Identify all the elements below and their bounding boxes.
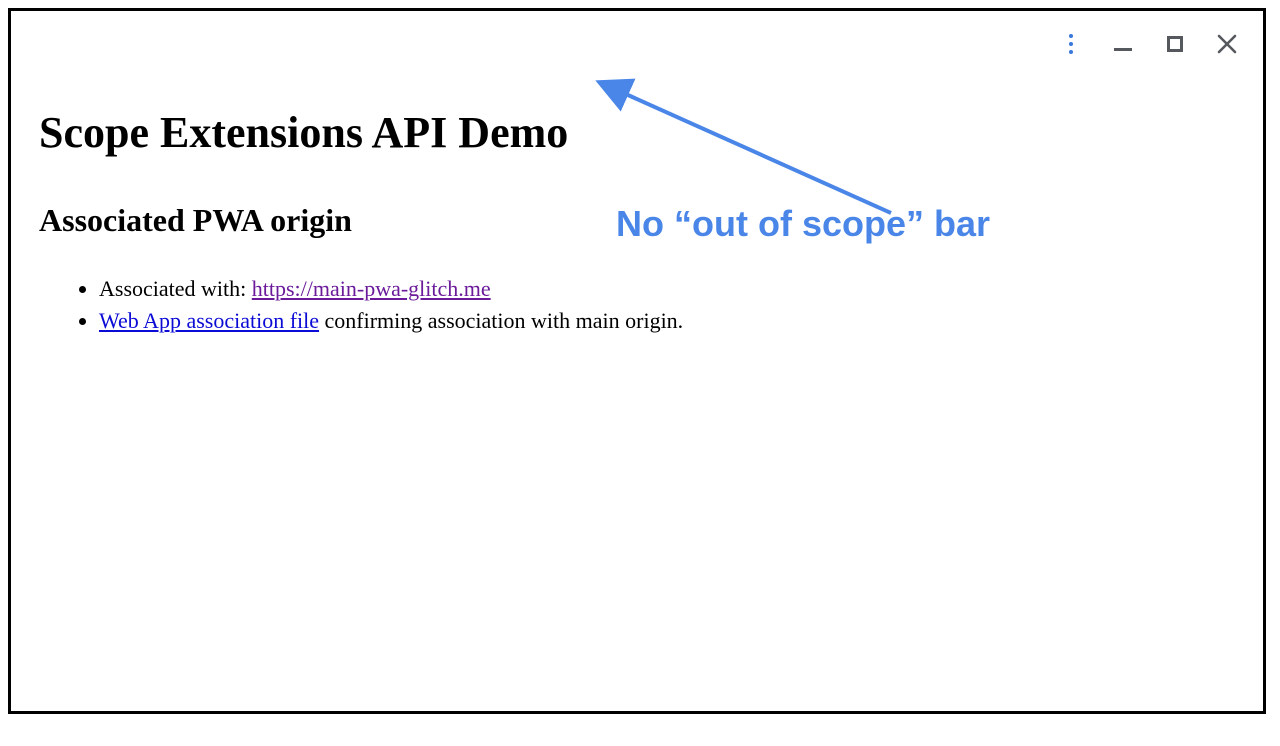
close-icon[interactable] bbox=[1215, 32, 1239, 56]
window-titlebar bbox=[1059, 11, 1263, 67]
list-item-suffix: confirming association with main origin. bbox=[319, 308, 683, 333]
list-item-prefix: Associated with: bbox=[99, 276, 252, 301]
associated-origin-link[interactable]: https://main-pwa-glitch.me bbox=[252, 276, 491, 301]
association-file-link[interactable]: Web App association file bbox=[99, 308, 319, 333]
more-vertical-icon[interactable] bbox=[1059, 32, 1083, 56]
minimize-icon[interactable] bbox=[1111, 32, 1135, 56]
list-item: Web App association file confirming asso… bbox=[99, 305, 1235, 337]
list-item: Associated with: https://main-pwa-glitch… bbox=[99, 273, 1235, 305]
page-title: Scope Extensions API Demo bbox=[39, 107, 1235, 158]
app-window: Scope Extensions API Demo Associated PWA… bbox=[8, 8, 1266, 714]
section-title: Associated PWA origin bbox=[39, 202, 1235, 239]
maximize-icon[interactable] bbox=[1163, 32, 1187, 56]
association-list: Associated with: https://main-pwa-glitch… bbox=[73, 273, 1235, 337]
